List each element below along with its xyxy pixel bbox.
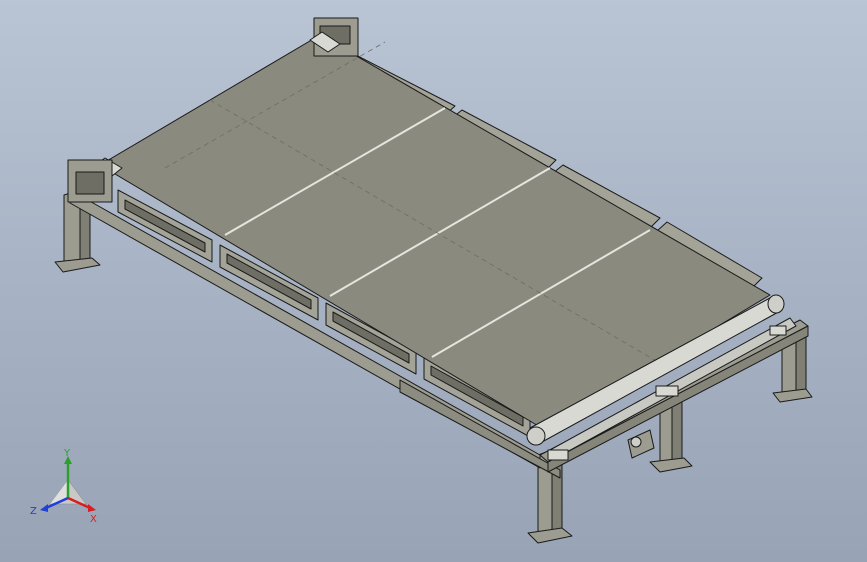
x-arrow-icon (88, 504, 96, 512)
orientation-triad[interactable]: Y X Z (28, 448, 108, 528)
z-arrow-icon (40, 504, 48, 512)
cad-viewport[interactable]: Y X Z (0, 0, 867, 562)
drive-roller-far-cap (767, 294, 785, 314)
conveyor-model[interactable] (0, 0, 867, 562)
drive-roller-end-cap (526, 426, 546, 446)
z-axis-label: Z (30, 506, 37, 517)
y-axis-label: Y (63, 448, 71, 459)
x-axis-label: X (90, 514, 97, 525)
motor-bracket (627, 429, 655, 459)
end-bracket-left-window (75, 171, 105, 195)
